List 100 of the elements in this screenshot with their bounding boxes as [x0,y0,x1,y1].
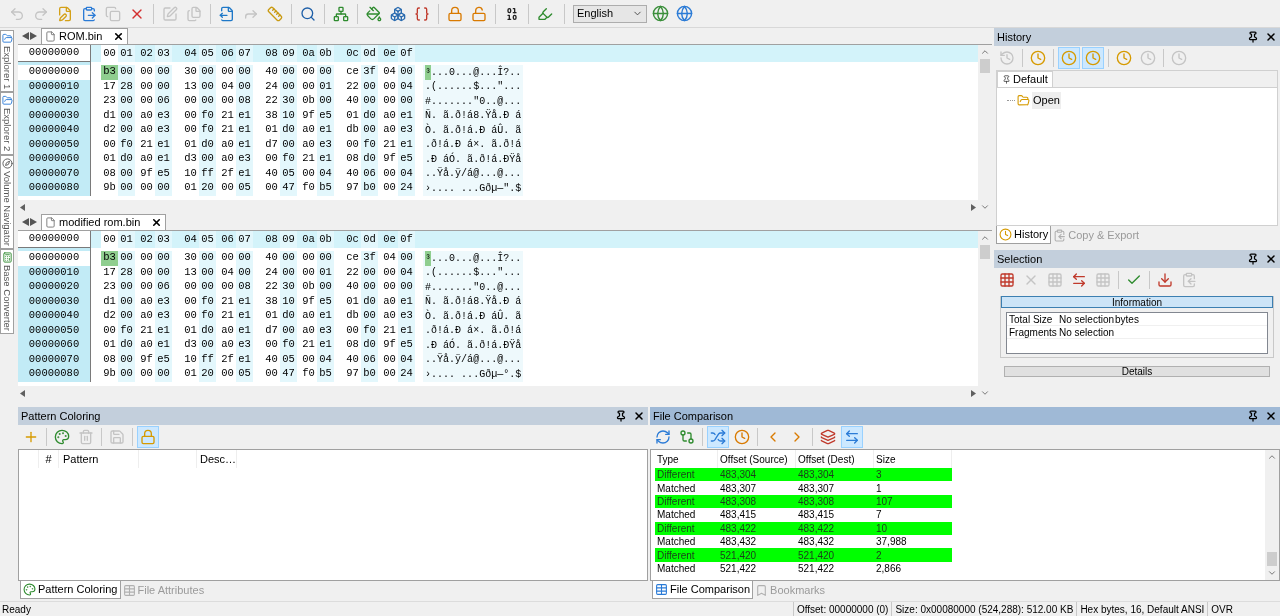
scroll-right-icon[interactable] [30,218,37,226]
lock-icon [447,5,463,22]
pin-icon[interactable] [1247,410,1259,422]
hex-byte: d0 [280,123,297,138]
vertical-scrollbar[interactable] [1265,450,1279,580]
hex-byte: 06 [155,280,172,295]
column-header[interactable]: # [39,450,59,468]
hex-byte: 00 [199,251,216,266]
scroll-left-icon[interactable] [20,389,25,397]
unlock-icon [471,5,487,22]
hex-byte: 00 [155,367,172,382]
close-icon[interactable] [1265,253,1277,265]
hex-byte: 40 [345,166,360,181]
comparison-row[interactable]: Matched 483,415 483,415 7 [655,508,952,522]
details-bar[interactable]: Details [1004,366,1270,377]
column-header: 04 [183,45,198,61]
column-header[interactable]: Desc… [197,450,237,468]
braces-icon [414,5,430,22]
scroll-down-icon[interactable] [980,388,990,398]
close-icon[interactable] [113,31,125,42]
comparison-row[interactable]: Matched 483,432 483,432 37,988 [655,534,952,549]
hex-byte: f0 [199,123,216,138]
hex-byte: a0 [301,323,316,338]
column-header: 03 [155,45,172,62]
language-select[interactable]: English [573,4,647,23]
side-tab[interactable]: Explorer 1 [0,30,14,93]
comparison-row[interactable]: Matched 521,422 521,422 2,866 [655,561,952,576]
hex-byte: 24 [398,367,415,382]
hex-byte: 00 [183,123,198,138]
comparison-row[interactable]: Different 483,308 483,308 107 [655,494,952,509]
file-tab[interactable]: ROM.bin [41,28,129,44]
info-cell-text: bytes [1114,312,1140,327]
comparison-row[interactable]: Different 483,422 483,422 10 [655,521,952,535]
pin-icon[interactable] [615,410,627,422]
grid-icon [1047,272,1063,288]
hex-byte: 21 [139,323,154,338]
hex-byte: 97 [345,367,360,382]
scroll-up-icon[interactable] [980,233,990,243]
scroll-down-icon[interactable] [980,202,990,212]
hex-byte: 01 [183,137,198,152]
clock-icon [1085,50,1101,66]
calculator-icon [1,251,13,263]
group-header[interactable]: Information [1001,296,1273,308]
hex-byte: ce [345,251,360,266]
scroll-right-icon[interactable] [971,203,976,211]
scroll-right-icon[interactable] [971,389,976,397]
row-offset: 00000020 [18,94,91,109]
panel-tab[interactable]: Pattern Coloring [20,581,121,599]
side-tab[interactable]: Volume Navigator [0,154,14,249]
clock-icon [1140,50,1156,66]
scroll-right-icon[interactable] [30,32,37,40]
comparison-row[interactable]: Different 521,420 521,420 2 [655,548,952,562]
close-icon[interactable] [1265,31,1277,43]
side-tab[interactable]: Explorer 2 [0,92,14,155]
hex-byte: b3 [101,65,118,80]
column-header: 08 [264,231,279,247]
file-name: ROM.bin [59,29,103,45]
session-tab[interactable]: Default [997,71,1053,87]
hex-byte: d0 [361,338,378,353]
column-header: 0f [398,45,415,62]
column-header: 0e [382,231,397,247]
scroll-down-icon[interactable] [1267,568,1277,578]
scroll-thumb[interactable] [1267,552,1277,566]
hex-byte: a0 [301,123,316,138]
scroll-thumb[interactable] [980,245,990,259]
hex-byte: 40 [345,280,360,295]
scroll-up-icon[interactable] [1267,452,1277,462]
hex-byte: 21 [220,108,235,123]
clipboard-icon [1053,228,1067,242]
column-header: 03 [155,231,172,248]
panel-tab[interactable]: File Comparison [652,581,754,599]
hex-byte: db [345,309,360,324]
refresh-icon [655,429,671,445]
file-tab[interactable]: modified rom.bin [41,214,167,230]
export-icon [219,5,235,22]
hex-byte: 01 [183,367,198,382]
hex-byte: 24 [264,265,279,280]
hex-byte: 17 [102,265,117,280]
comparison-row[interactable]: Matched 483,307 483,307 1 [655,481,952,495]
table-cell-text: Different [656,468,696,483]
hex-byte: d7 [264,137,279,152]
column-header[interactable]: Pattern [59,450,139,468]
hex-byte: db [345,123,360,138]
scroll-thumb[interactable] [980,59,990,73]
close-icon[interactable] [151,217,163,228]
scroll-up-icon[interactable] [980,47,990,57]
close-icon[interactable] [1265,410,1277,422]
side-tab[interactable]: Base Converter [0,248,14,334]
history-item[interactable]: Open [1007,92,1277,109]
hex-byte: 21 [382,137,397,152]
comparison-row[interactable]: Different 483,304 483,304 3 [655,468,952,482]
pin-icon[interactable] [1247,31,1259,43]
hex-byte: 05 [236,367,253,382]
pin-icon[interactable] [1247,253,1259,265]
close-icon[interactable] [633,410,645,422]
panel-tab[interactable]: History [996,226,1052,244]
ascii-text: ³...0...@...Î?.. [423,251,524,266]
scroll-left-icon[interactable] [22,32,29,40]
hex-byte: 40 [264,166,279,181]
table-cell-text: 483,415 [719,508,758,523]
